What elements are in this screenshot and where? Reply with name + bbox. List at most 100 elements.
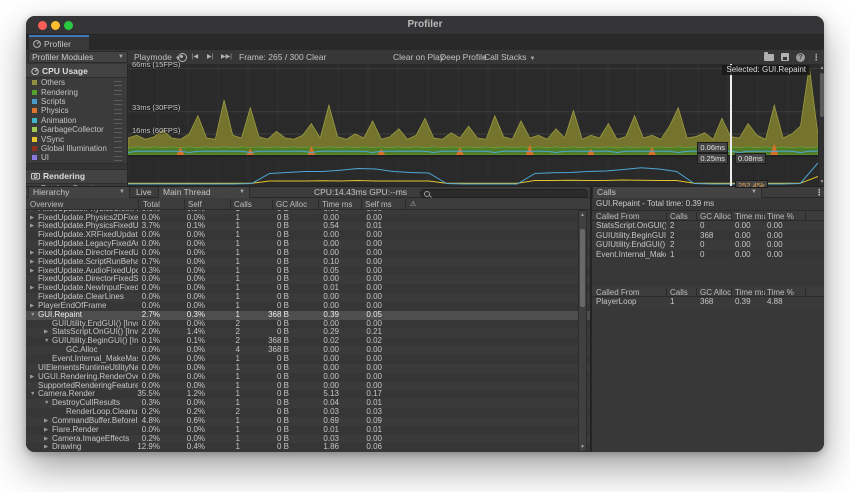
collapse-arrow-icon[interactable]: ▼ — [44, 337, 49, 346]
details-row[interactable]: Event.Internal_MakeMasterEventCurrent100… — [592, 250, 824, 260]
details-row[interactable]: StatsScript.OnGUI() [Invoke]200.000.00 — [592, 221, 824, 231]
collapse-arrow-icon[interactable]: ▼ — [30, 390, 35, 399]
table-row[interactable]: UIElementsRuntimeUtilityNativeUpdate0.0%… — [26, 364, 590, 373]
table-row[interactable]: GC.Alloc0.0%0.0%4368 B0.000.00 — [26, 346, 590, 355]
expand-arrow-icon[interactable]: ▶ — [30, 284, 34, 293]
expand-arrow-icon[interactable]: ▶ — [44, 417, 48, 426]
table-row[interactable]: ▶Camera.ImageEffects0.2%0.0%10 B0.030.00 — [26, 435, 590, 444]
expand-arrow-icon[interactable]: ▶ — [44, 328, 48, 337]
table-row[interactable]: ▼GUI.Repaint2.7%0.3%1368 B0.390.05 — [26, 311, 590, 320]
profiler-modules-dropdown[interactable]: Profiler Modules ▼ — [28, 51, 128, 63]
scroll-down-icon[interactable]: ▼ — [819, 179, 824, 185]
table-row[interactable]: ▶Drawing12.9%0.4%10 B1.860.06 — [26, 443, 590, 452]
expand-arrow-icon[interactable]: ▶ — [30, 302, 34, 311]
table-row[interactable]: ▶FixedUpdate.AudioFixedUpdate0.3%0.0%10 … — [26, 267, 590, 276]
prev-frame-button[interactable]: |◀ — [192, 50, 198, 64]
collapse-arrow-icon[interactable]: ▼ — [30, 311, 35, 320]
toolbar-menu-icon[interactable]: ⋮ — [812, 50, 821, 64]
scrollbar-thumb[interactable] — [820, 73, 824, 117]
scroll-down-icon[interactable]: ▼ — [579, 444, 586, 450]
column-header-time-ms[interactable]: Time ms — [735, 212, 765, 221]
current-frame-button[interactable]: ▶▶| — [221, 50, 232, 64]
tab-profiler[interactable]: Profiler — [29, 35, 89, 50]
details-row[interactable]: GUIUtility.BeginGUI() [Invoke]23680.000.… — [592, 231, 824, 241]
table-row[interactable]: ▼DestroyCullResults0.3%0.0%10 B0.040.01 — [26, 399, 590, 408]
cpu-legend-item[interactable]: Animation — [26, 116, 127, 125]
expand-arrow-icon[interactable]: ▶ — [30, 373, 34, 382]
search-field[interactable] — [420, 189, 588, 198]
cpu-legend-item[interactable]: Global Illumination — [26, 144, 127, 153]
expand-arrow-icon[interactable]: ▶ — [30, 214, 34, 223]
expand-arrow-icon[interactable]: ▶ — [30, 258, 34, 267]
table-row[interactable]: SupportedRenderingFeatures.Get0.0%0.0%10… — [26, 382, 590, 391]
table-row[interactable]: ▶StatsScript.OnGUI() [Invoke]2.0%1.4%20 … — [26, 328, 590, 337]
column-header-self[interactable]: Self — [188, 200, 202, 209]
column-header-time-ms[interactable]: Time ms — [735, 288, 765, 297]
column-header-calls[interactable]: Calls — [234, 200, 252, 209]
help-icon[interactable]: ? — [796, 53, 805, 62]
drag-handle-icon[interactable] — [114, 128, 122, 133]
table-row[interactable]: ▶UGUI.Rendering.RenderOverlays0.0%0.0%10… — [26, 373, 590, 382]
table-header[interactable]: OverviewTotalSelfCallsGC AllocTime msSel… — [26, 198, 590, 210]
table-row[interactable]: ▼GUIUtility.BeginGUI() [Invoke]0.1%0.1%2… — [26, 337, 590, 346]
call-stacks-dropdown[interactable]: Call Stacks▼ — [484, 50, 535, 64]
table-row[interactable]: ▶FixedUpdate.NewInputFixedUpdate0.0%0.0%… — [26, 284, 590, 293]
table-row[interactable]: ▼Camera.Render35.5%1.2%10 B5.130.17 — [26, 390, 590, 399]
drag-handle-icon[interactable] — [114, 147, 122, 152]
clear-button[interactable]: Clear — [306, 50, 326, 64]
drag-handle-icon[interactable] — [114, 156, 122, 161]
column-header-called-from[interactable]: Called From — [596, 212, 640, 221]
table-row[interactable]: ▶PlayerEndOfFrame0.0%0.0%10 B0.000.00 — [26, 302, 590, 311]
drag-handle-icon[interactable] — [114, 81, 122, 86]
table-row[interactable]: ▶FixedUpdate.DirectorFixedUpdate0.0%0.0%… — [26, 249, 590, 258]
table-row[interactable]: ▶Flare.Render0.0%0.0%10 B0.010.01 — [26, 426, 590, 435]
column-header-overview[interactable]: Overview — [30, 200, 63, 209]
column-header-time-%[interactable]: Time % — [767, 212, 794, 221]
profiler-charts[interactable]: 66ms (15FPS)33ms (30FPS)16ms (60FPS) Sel… — [128, 64, 818, 186]
expand-arrow-icon[interactable]: ▶ — [44, 426, 48, 435]
drag-handle-icon[interactable] — [114, 100, 122, 105]
table-row[interactable]: RenderLoop.CleanupNodeQueue0.2%0.2%20 B0… — [26, 408, 590, 417]
expand-arrow-icon[interactable]: ▶ — [44, 443, 48, 452]
current-frame-line[interactable] — [730, 64, 732, 186]
modules-scrollbar[interactable]: ▲ ▼ — [818, 64, 824, 186]
load-profile-icon[interactable] — [764, 54, 774, 61]
column-header-gc-alloc[interactable]: GC Alloc — [276, 200, 307, 209]
table-scrollbar[interactable]: ▲ ▼ — [578, 210, 587, 452]
table-row[interactable]: FixedUpdate.DirectorFixedSampleTime0.0%0… — [26, 275, 590, 284]
column-header-time-%[interactable]: Time % — [767, 288, 794, 297]
expand-arrow-icon[interactable]: ▶ — [30, 222, 34, 231]
column-header-calls[interactable]: Calls — [670, 212, 688, 221]
module-rendering-header[interactable]: Rendering — [26, 170, 127, 184]
scroll-up-icon[interactable]: ▲ — [819, 65, 824, 71]
clear-on-play-toggle[interactable]: Clear on Play — [393, 50, 444, 64]
calls-lower-header[interactable]: Called From Calls GC Alloc Time msTime % — [592, 287, 824, 297]
column-header-calls[interactable]: Calls — [670, 288, 688, 297]
expand-arrow-icon[interactable]: ▶ — [30, 249, 34, 258]
column-header-total[interactable]: Total — [143, 200, 160, 209]
column-header-gc-alloc[interactable]: GC Alloc — [700, 212, 731, 221]
expand-arrow-icon[interactable]: ▶ — [44, 435, 48, 444]
column-header-time-ms[interactable]: Time ms — [322, 200, 352, 209]
table-row[interactable]: FixedUpdate.ClearLines0.0%0.0%10 B0.000.… — [26, 293, 590, 302]
cpu-legend-item[interactable]: VSync — [26, 134, 127, 143]
scrollbar-thumb[interactable] — [580, 229, 585, 307]
next-frame-button[interactable]: ▶| — [207, 50, 213, 64]
deep-profile-toggle[interactable]: Deep Profile — [440, 50, 487, 64]
drag-handle-icon[interactable] — [114, 90, 122, 95]
cpu-legend-item[interactable]: GarbageCollector — [26, 125, 127, 134]
table-row[interactable]: Event.Internal_MakeMasterEventCurrent0.0… — [26, 355, 590, 364]
table-row[interactable]: GUIUtility.EndGUI() [Invoke]0.0%0.0%20 B… — [26, 320, 590, 329]
table-row[interactable]: ▶FixedUpdate.ScriptRunBehaviourFixedUpda… — [26, 258, 590, 267]
table-row[interactable]: ▶FixedUpdate.PhysicsFixedUpdate3.7%0.1%1… — [26, 222, 590, 231]
table-row[interactable]: ▶CommandBuffer.BeforeImageEffects4.8%0.6… — [26, 417, 590, 426]
cpu-legend-item[interactable]: Physics — [26, 106, 127, 115]
cpu-legend-item[interactable]: Scripts — [26, 97, 127, 106]
column-header-gc-alloc[interactable]: GC Alloc — [700, 288, 731, 297]
module-cpu-header[interactable]: CPU Usage — [26, 64, 127, 78]
drag-handle-icon[interactable] — [114, 109, 122, 114]
cpu-legend-item[interactable]: Rendering — [26, 87, 127, 96]
column-header-called-from[interactable]: Called From — [596, 288, 640, 297]
cpu-legend-item[interactable]: Others — [26, 78, 127, 87]
table-row[interactable]: FixedUpdate.XRFixedUpdate0.0%0.0%10 B0.0… — [26, 231, 590, 240]
